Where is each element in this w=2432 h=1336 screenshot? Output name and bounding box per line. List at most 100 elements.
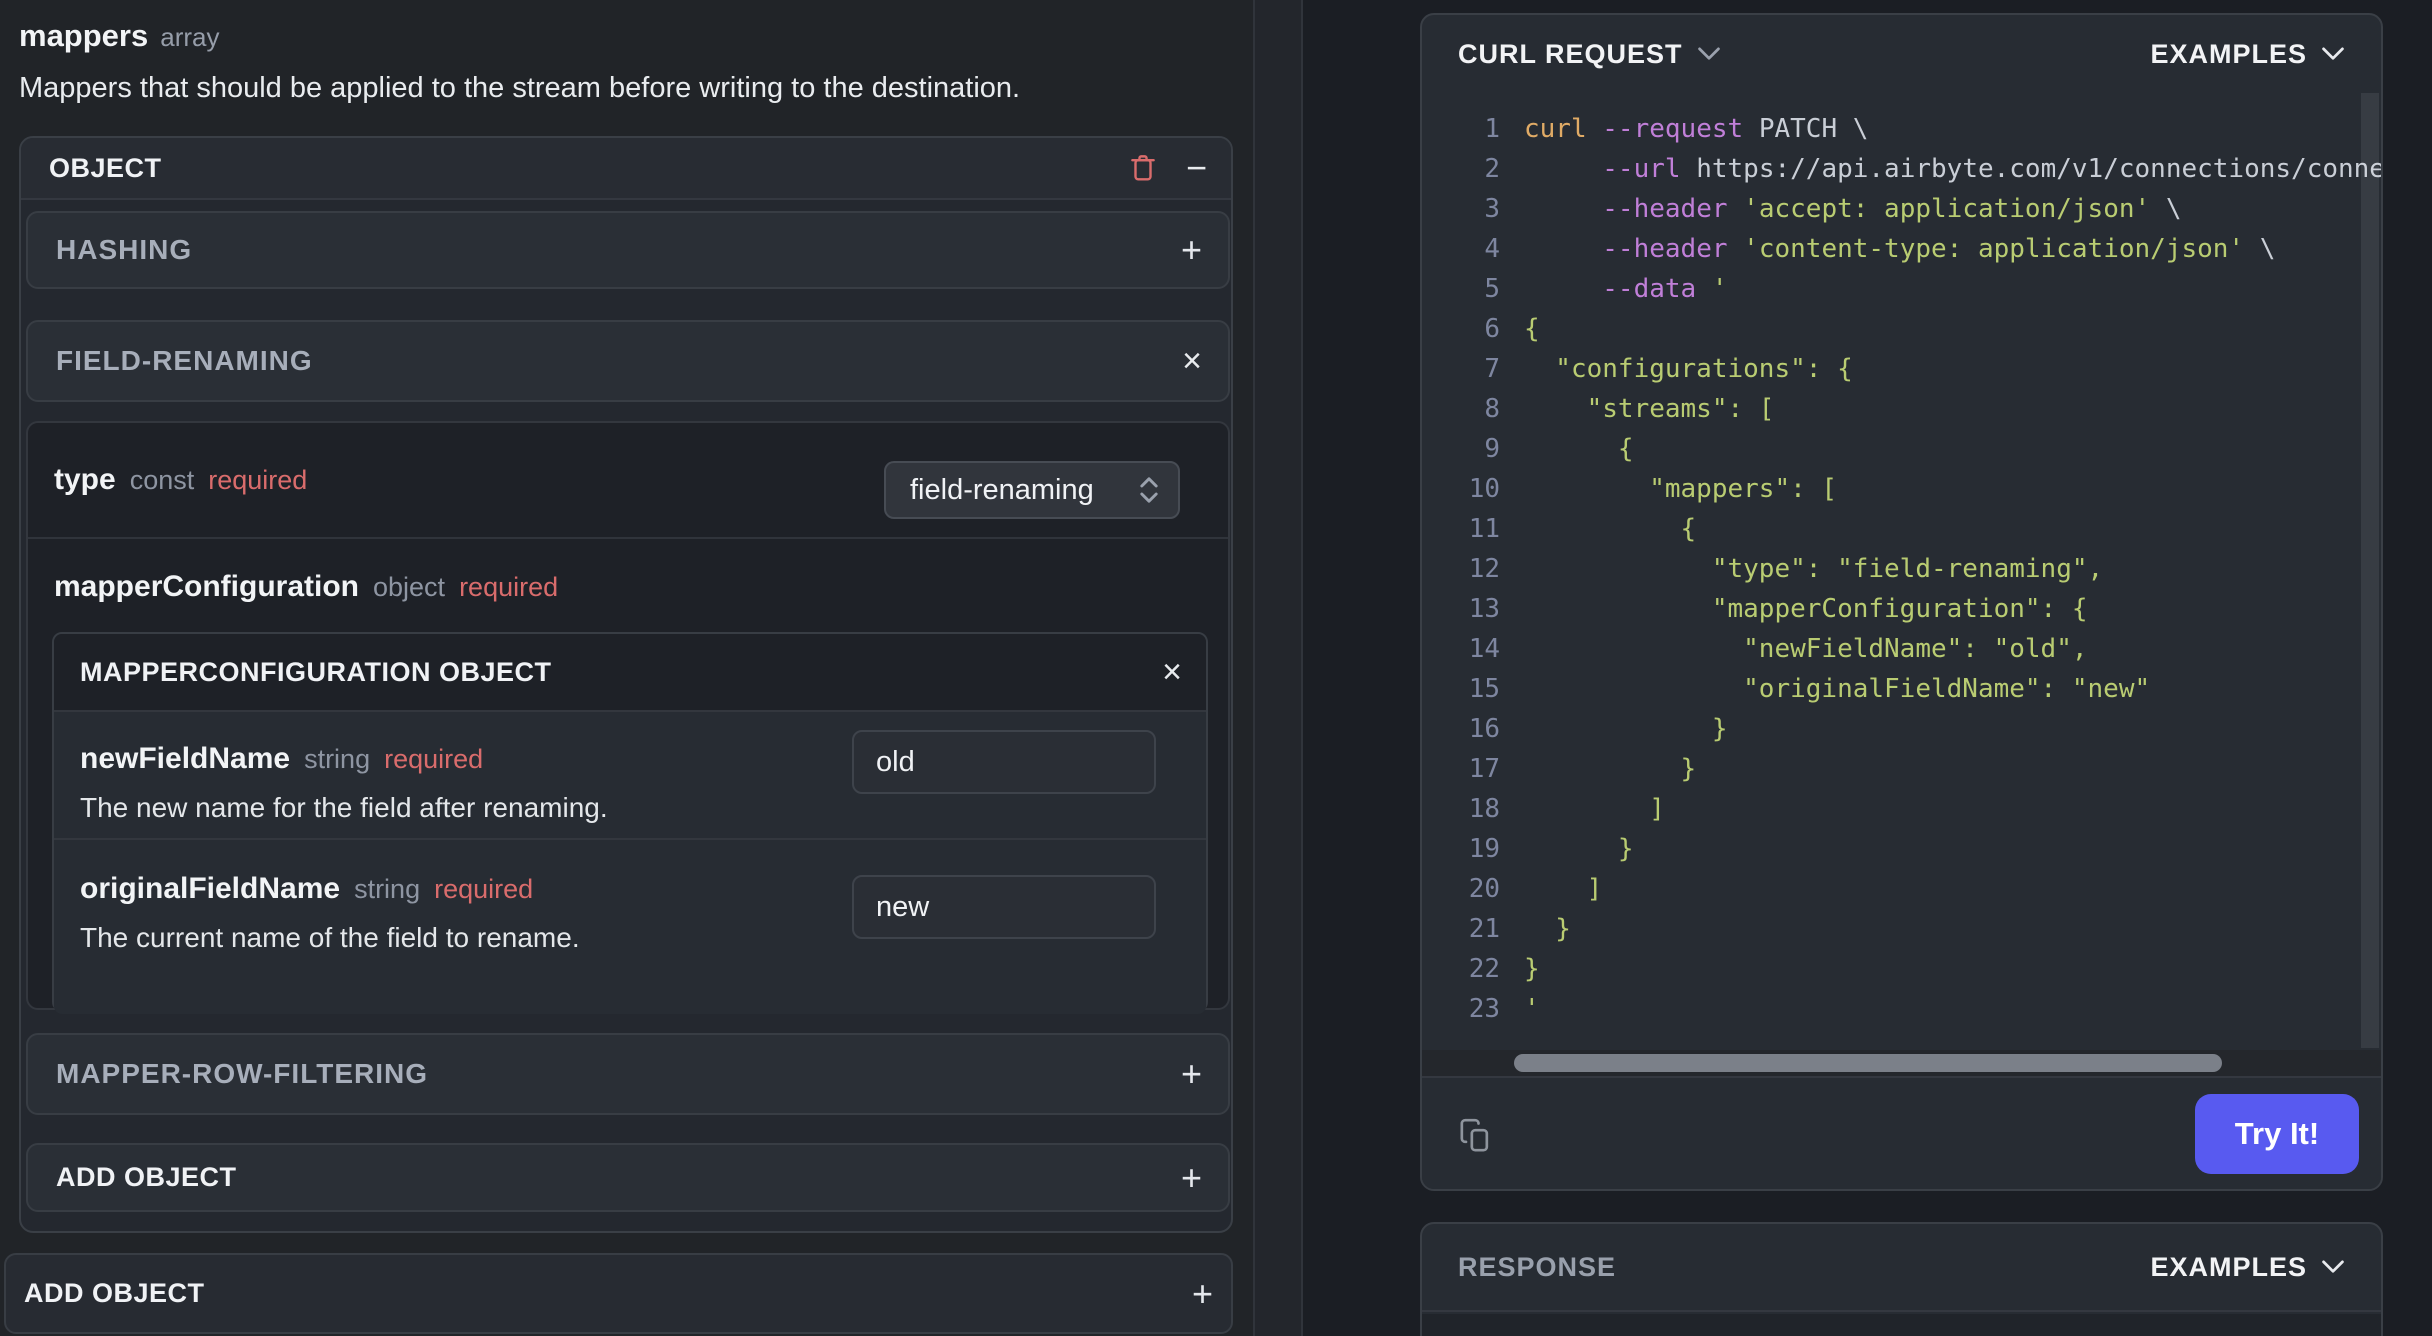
mapper-configuration-name: mapperConfiguration — [54, 569, 359, 603]
mapper-configuration-kind: object — [373, 571, 446, 602]
section-hashing[interactable]: HASHING + — [26, 211, 1230, 289]
schema-pane: mappers array Mappers that should be appl… — [0, 0, 1253, 1336]
code-pane: CURL REQUEST EXAMPLES 1 2 3 4 5 6 7 8 9 10 11 12 13 1… — [1303, 0, 2432, 1336]
original-field-name-row: originalFieldName string required The cu… — [54, 842, 1206, 1014]
type-kind: const — [129, 465, 195, 495]
curl-examples-dropdown[interactable]: EXAMPLES — [2150, 39, 2345, 70]
code-line-number: 7 — [1484, 354, 1500, 384]
code-line-number: 12 — [1468, 554, 1500, 584]
expand-hashing-button[interactable]: + — [1181, 232, 1202, 268]
code-line: --header 'accept: application/json' \ — [1602, 194, 2182, 224]
code-line-number: 18 — [1468, 794, 1500, 824]
code-horizontal-scrollbar[interactable] — [1422, 1050, 2381, 1076]
type-property-label: type const required — [54, 463, 307, 497]
code-line: "configurations": { — [1524, 354, 1853, 384]
curl-panel-header: CURL REQUEST EXAMPLES — [1422, 15, 2381, 93]
code-line-number: 11 — [1468, 514, 1500, 544]
code-line: "type": "field-renaming", — [1524, 554, 2104, 584]
add-object-outer-row[interactable]: ADD OBJECT + — [4, 1253, 1233, 1334]
code-line: } — [1524, 954, 1540, 984]
chevron-down-icon — [2321, 46, 2345, 62]
type-select[interactable]: field-renaming — [884, 461, 1180, 519]
code-line-number: 6 — [1484, 314, 1500, 344]
code-line: "streams": [ — [1524, 394, 1775, 424]
type-select-value: field-renaming — [910, 473, 1094, 506]
code-line-number: 16 — [1468, 714, 1500, 744]
close-icon: × — [1182, 342, 1202, 380]
response-panel: RESPONSE EXAMPLES — [1420, 1222, 2383, 1336]
copy-icon — [1456, 1114, 1496, 1158]
plus-icon: + — [1180, 1053, 1202, 1094]
new-field-name-input[interactable] — [852, 730, 1156, 794]
code-line: { — [1524, 434, 1634, 464]
object-card-header: OBJECT − — [21, 138, 1231, 200]
plus-icon: + — [1180, 1156, 1202, 1198]
code-gutter: 1 2 3 4 5 6 7 8 9 10 11 12 13 14 15 16 17 18 19 20 21 22 23 — [1422, 109, 1500, 1029]
code-line: ] — [1524, 794, 1665, 824]
response-examples-dropdown[interactable]: EXAMPLES — [2150, 1252, 2345, 1283]
pane-scrollbar-gutter[interactable] — [1253, 0, 1303, 1336]
property-name: mappers — [19, 18, 149, 53]
hashing-label: HASHING — [56, 234, 193, 265]
response-body — [1422, 1314, 2381, 1336]
code-line-number: 3 — [1484, 194, 1500, 224]
object-card-title: OBJECT — [49, 152, 162, 183]
field-renaming-detail: type const required field-renaming mappe… — [26, 421, 1230, 1014]
code-line: curl --request PATCH \ — [1524, 114, 1869, 144]
code-scroll: 1 2 3 4 5 6 7 8 9 10 11 12 13 14 15 16 17 18 19 20 21 22 23 cu… — [1422, 109, 2381, 1029]
code-line: --data ' — [1602, 274, 1728, 304]
original-field-name: originalFieldName — [80, 872, 341, 905]
code-line-number: 2 — [1484, 154, 1500, 184]
code-line: ' — [1524, 994, 1540, 1024]
section-mapper-row-filtering[interactable]: MAPPER-ROW-FILTERING + — [26, 1033, 1230, 1115]
object-card-actions: − — [1126, 150, 1207, 186]
code-line-number: 5 — [1484, 274, 1500, 304]
plus-icon: + — [1180, 229, 1202, 270]
code-vertical-scrollbar[interactable] — [2361, 93, 2379, 1048]
type-required-badge: required — [208, 465, 308, 495]
curl-request-panel: CURL REQUEST EXAMPLES 1 2 3 4 5 6 7 8 9 10 11 12 13 1… — [1420, 13, 2383, 1191]
new-field-name-kind: string — [304, 744, 371, 774]
property-header: mappers array — [19, 18, 219, 54]
code-line: "mappers": [ — [1524, 474, 1838, 504]
close-mapper-configuration-button[interactable]: × — [1162, 655, 1182, 689]
code-line: } — [1524, 834, 1634, 864]
curl-request-dropdown[interactable]: CURL REQUEST — [1458, 39, 1721, 70]
try-it-button[interactable]: Try It! — [2195, 1094, 2359, 1174]
section-field-renaming[interactable]: FIELD-RENAMING × — [26, 320, 1230, 402]
code-line-number: 4 — [1484, 234, 1500, 264]
type-property-row: type const required field-renaming — [28, 423, 1228, 539]
mapper-configuration-object-title: MAPPERCONFIGURATION OBJECT — [80, 656, 552, 687]
response-title: RESPONSE — [1458, 1251, 1617, 1282]
plus-icon: + — [1191, 1272, 1213, 1314]
property-type-badge: array — [160, 22, 220, 52]
code-line: } — [1524, 714, 1728, 744]
original-field-name-input[interactable] — [852, 875, 1156, 939]
mapper-configuration-object-card: MAPPERCONFIGURATION OBJECT × newFieldNam… — [52, 632, 1208, 1014]
close-field-renaming-button[interactable]: × — [1182, 344, 1202, 378]
code-line-number: 15 — [1468, 674, 1500, 704]
add-object-button[interactable]: + — [1180, 1156, 1202, 1198]
chevron-down-icon — [1697, 46, 1721, 62]
collapse-object-button[interactable]: − — [1186, 150, 1207, 186]
code-line-number: 10 — [1468, 474, 1500, 504]
code-line-number: 21 — [1468, 914, 1500, 944]
original-field-name-kind: string — [354, 874, 421, 904]
mapper-row-filtering-label: MAPPER-ROW-FILTERING — [56, 1058, 428, 1089]
expand-mapper-row-filtering-button[interactable]: + — [1181, 1056, 1202, 1092]
new-field-name: newFieldName — [80, 742, 291, 775]
mapper-configuration-row: mapperConfiguration object required — [28, 541, 1228, 632]
code-horizontal-scrollbar-thumb[interactable] — [1514, 1054, 2222, 1072]
code-line-number: 23 — [1468, 994, 1500, 1024]
delete-object-button[interactable] — [1126, 150, 1160, 186]
mapper-configuration-required-badge: required — [459, 571, 559, 602]
curl-panel-footer: Try It! — [1422, 1076, 2381, 1189]
code-lines: curl --request PATCH \ --url https://api… — [1524, 109, 2381, 1029]
add-object-outer-button[interactable]: + — [1191, 1272, 1213, 1314]
code-line-number: 19 — [1468, 834, 1500, 864]
field-renaming-label: FIELD-RENAMING — [56, 345, 313, 376]
code-line: "mapperConfiguration": { — [1524, 594, 2088, 624]
add-object-row[interactable]: ADD OBJECT + — [26, 1143, 1230, 1212]
copy-code-button[interactable] — [1456, 1114, 1496, 1158]
add-object-label: ADD OBJECT — [56, 1162, 237, 1192]
